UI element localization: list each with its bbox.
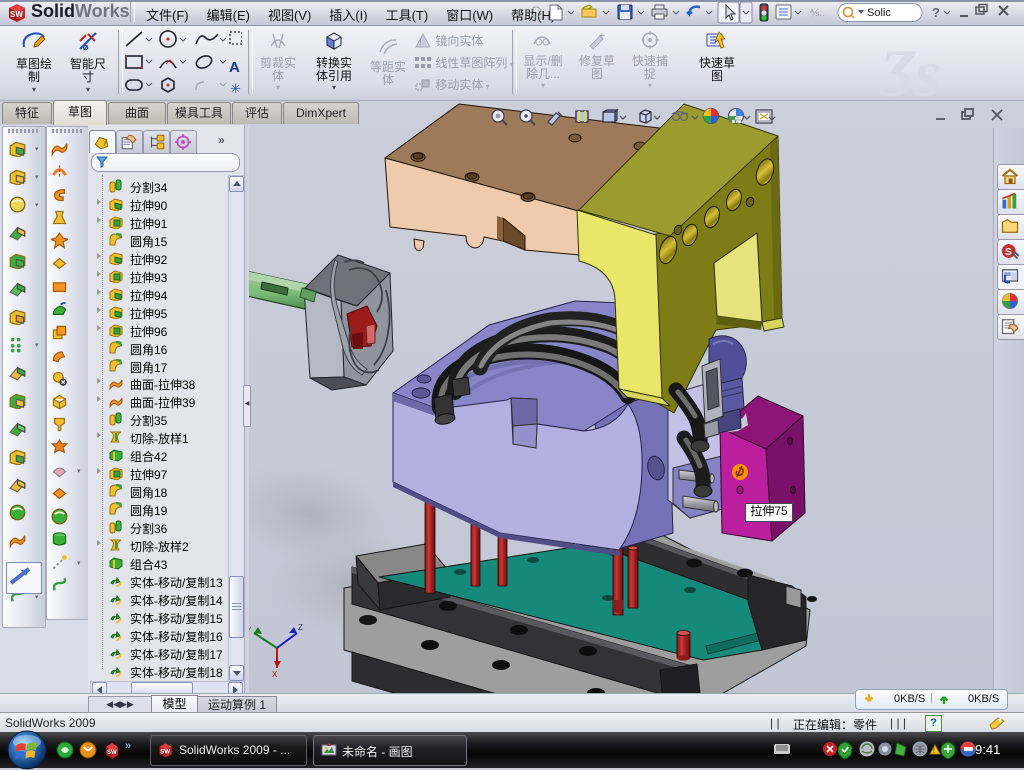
- svg-text:!: !: [933, 748, 935, 755]
- svg-text:?: ?: [932, 5, 940, 20]
- svg-text:SW: SW: [160, 749, 170, 756]
- svg-text:+: +: [599, 31, 605, 42]
- svg-text:Solic: Solic: [867, 7, 891, 19]
- svg-text:X: X: [272, 670, 278, 679]
- svg-text:✳: ✳: [230, 81, 241, 96]
- svg-text:!: !: [419, 37, 422, 47]
- svg-text:⅍..: ⅍..: [810, 8, 825, 19]
- svg-text:⌀: ⌀: [83, 42, 89, 52]
- svg-text:Z: Z: [298, 623, 303, 632]
- svg-text:A: A: [229, 59, 240, 76]
- svg-text:SW: SW: [10, 10, 23, 19]
- svg-text:S: S: [1005, 247, 1012, 258]
- svg-text:»: »: [125, 740, 131, 752]
- svg-text:SW: SW: [107, 750, 117, 756]
